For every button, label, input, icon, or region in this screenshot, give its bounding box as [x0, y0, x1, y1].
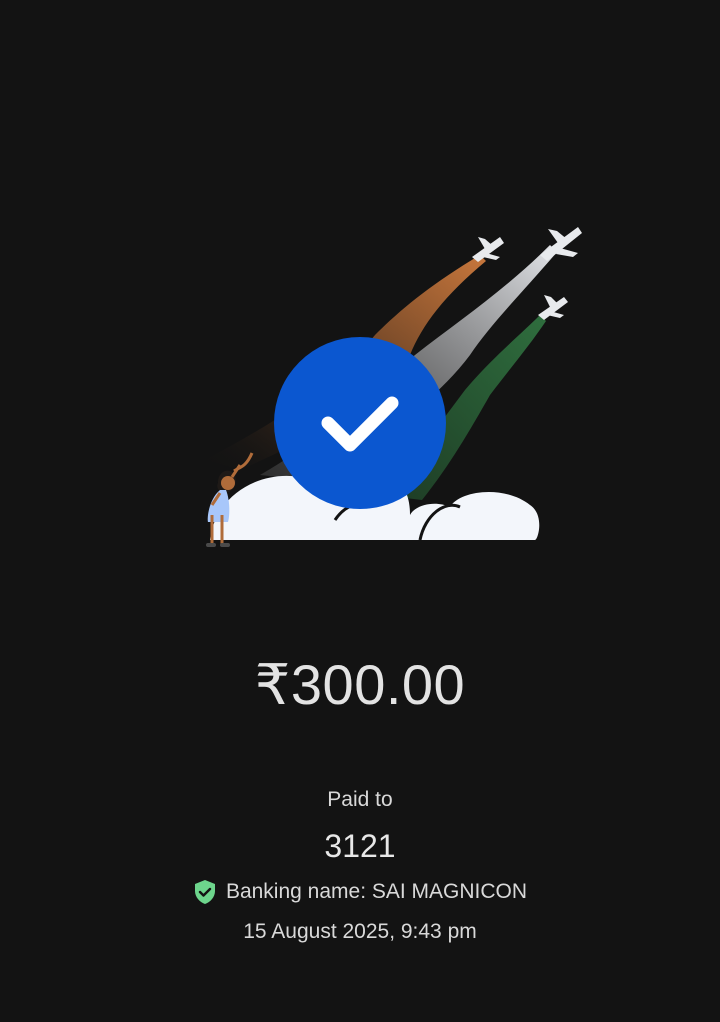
success-circle [274, 337, 446, 509]
payee-name: 3121 [324, 828, 396, 864]
payment-amount: ₹300.00 [254, 653, 466, 716]
banking-name-row: Banking name: SAI MAGNICON [0, 877, 720, 907]
paid-to-label: Paid to [327, 788, 393, 811]
plane-icon [472, 237, 504, 262]
plane-icon [540, 227, 582, 261]
banking-name-text: Banking name: SAI MAGNICON [225, 880, 528, 903]
shield-check-icon [193, 879, 217, 905]
transaction-datetime: 15 August 2025, 9:43 pm [243, 920, 477, 943]
plane-icon [538, 295, 568, 320]
payment-success-illustration [160, 215, 590, 560]
